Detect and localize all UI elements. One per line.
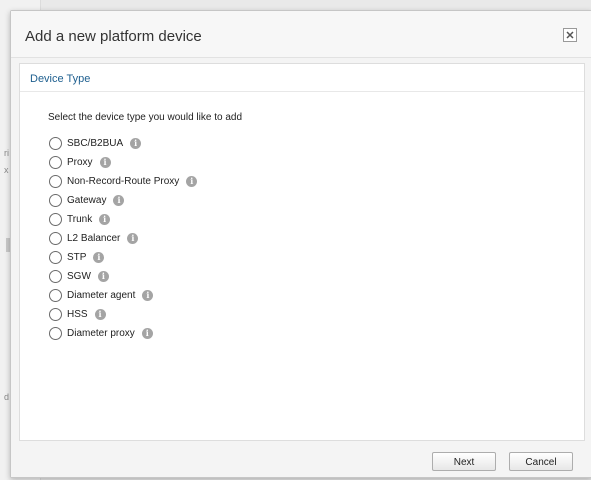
dialog-body: Device Type Select the device type you w…	[19, 63, 585, 441]
close-icon	[566, 31, 574, 39]
cancel-button[interactable]: Cancel	[509, 452, 573, 471]
option-label: Non-Record-Route Proxy	[67, 176, 180, 187]
info-icon[interactable]: i	[142, 290, 154, 301]
radio-button[interactable]	[49, 156, 62, 169]
info-icon[interactable]: i	[94, 309, 106, 320]
device-type-option[interactable]: L2 Balancer i	[49, 229, 197, 248]
option-label: Diameter agent	[67, 290, 136, 301]
info-icon[interactable]: i	[130, 138, 142, 149]
info-icon[interactable]: i	[113, 195, 125, 206]
device-type-option[interactable]: Gateway i	[49, 191, 197, 210]
background-text-fragment: x	[4, 165, 9, 175]
device-type-option[interactable]: Trunk i	[49, 210, 197, 229]
option-label: Trunk	[67, 214, 93, 225]
option-label: SGW	[67, 271, 91, 282]
radio-button[interactable]	[49, 213, 62, 226]
background-text-fragment: d	[4, 392, 10, 402]
next-button[interactable]: Next	[432, 452, 496, 471]
radio-button[interactable]	[49, 137, 62, 150]
info-icon[interactable]: i	[127, 233, 139, 244]
info-icon[interactable]: i	[141, 328, 153, 339]
device-type-options: SBC/B2BUA i Proxy i Non-Record-Route Proxy i G…	[49, 134, 198, 343]
section-divider	[20, 91, 584, 92]
option-label: HSS	[67, 309, 88, 320]
close-button[interactable]	[563, 28, 577, 42]
device-type-option[interactable]: SGW i	[49, 267, 197, 286]
device-type-option[interactable]: SBC/B2BUA i	[49, 134, 197, 153]
option-label: Proxy	[67, 157, 93, 168]
info-icon[interactable]: i	[97, 271, 109, 282]
option-label: Gateway	[67, 195, 107, 206]
radio-button[interactable]	[49, 327, 62, 340]
device-type-option[interactable]: Proxy i	[49, 153, 197, 172]
radio-button[interactable]	[49, 289, 62, 302]
option-label: SBC/B2BUA	[67, 138, 124, 149]
radio-button[interactable]	[49, 251, 62, 264]
instruction-text: Select the device type you would like to…	[48, 112, 243, 123]
device-type-option[interactable]: HSS i	[49, 305, 197, 324]
dialog-title: Add a new platform device	[25, 28, 202, 45]
option-label: STP	[67, 252, 87, 263]
radio-button[interactable]	[49, 308, 62, 321]
info-icon[interactable]: i	[99, 214, 111, 225]
radio-button[interactable]	[49, 194, 62, 207]
info-icon[interactable]: i	[93, 252, 105, 263]
add-device-dialog: Add a new platform device Device Type Se…	[10, 10, 591, 478]
radio-button[interactable]	[49, 270, 62, 283]
device-type-option[interactable]: Diameter agent i	[49, 286, 197, 305]
radio-button[interactable]	[49, 175, 62, 188]
device-type-option[interactable]: STP i	[49, 248, 197, 267]
background-text-fragment: ri	[4, 148, 9, 158]
option-label: Diameter proxy	[67, 328, 135, 339]
info-icon[interactable]: i	[186, 176, 198, 187]
info-icon[interactable]: i	[99, 157, 111, 168]
dialog-footer: Next Cancel	[11, 441, 591, 477]
radio-button[interactable]	[49, 232, 62, 245]
section-title: Device Type	[30, 73, 91, 85]
device-type-option[interactable]: Non-Record-Route Proxy i	[49, 172, 198, 191]
option-label: L2 Balancer	[67, 233, 121, 244]
dialog-header: Add a new platform device	[11, 11, 591, 58]
device-type-option[interactable]: Diameter proxy i	[49, 324, 197, 343]
